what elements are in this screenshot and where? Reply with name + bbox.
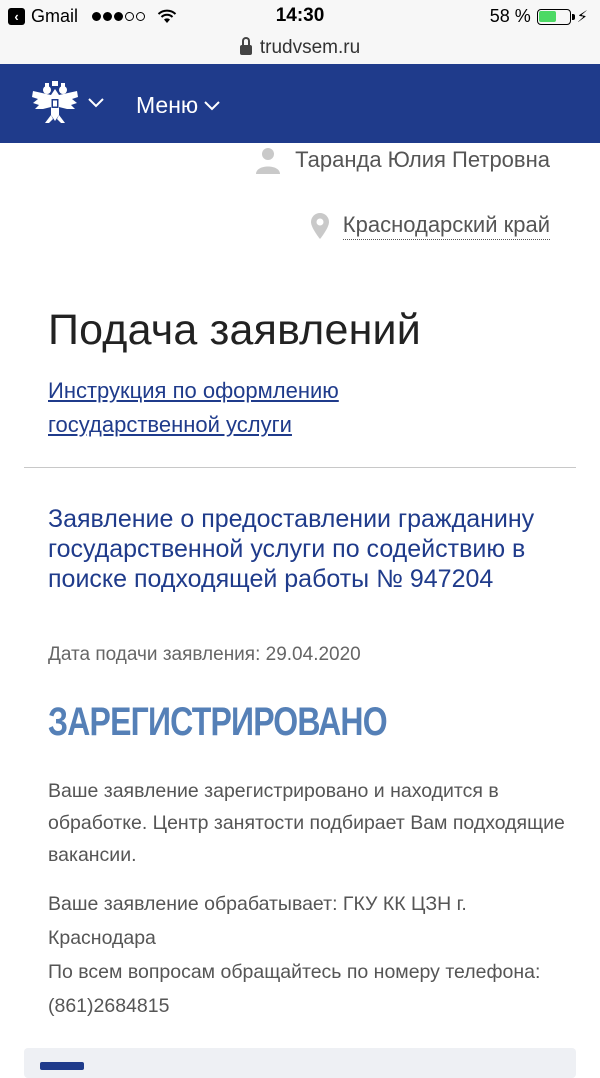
map-pin-icon	[310, 213, 329, 239]
status-description: Ваше заявление зарегистрировано и находи…	[48, 780, 565, 866]
coat-of-arms-icon[interactable]	[30, 81, 80, 127]
page-title: Подача заявлений	[48, 306, 421, 354]
charging-icon: ⚡	[576, 8, 588, 26]
handler-organization: Ваше заявление обрабатывает: ГКУ КК ЦЗН …	[48, 893, 467, 949]
address-bar[interactable]: trudvsem.ru	[0, 32, 600, 64]
application-date: Дата подачи заявления: 29.04.2020	[48, 644, 361, 665]
handler-info: Ваше заявление обрабатывает: ГКУ КК ЦЗН …	[48, 887, 568, 1023]
card-icon	[40, 1062, 84, 1070]
divider	[24, 467, 576, 468]
user-name: Таранда Юлия Петровна	[295, 147, 550, 172]
user-profile-link[interactable]: Таранда Юлия Петровна	[255, 146, 550, 174]
application-status: ЗАРЕГИСТРИРОВАНО	[48, 700, 388, 744]
region-selector[interactable]: Краснодарский край	[310, 212, 550, 240]
battery-icon	[536, 8, 575, 25]
chevron-down-icon[interactable]	[88, 98, 104, 108]
user-icon	[256, 148, 281, 174]
region-name: Краснодарский край	[342, 212, 550, 240]
lock-icon	[239, 37, 252, 56]
chevron-down-icon	[204, 100, 220, 110]
instruction-link[interactable]: Инструкция по оформлению государственной…	[48, 374, 468, 442]
status-bar: ‹ Gmail 14:30 58 % ⚡	[0, 0, 600, 32]
menu-button[interactable]: Меню	[136, 92, 220, 119]
battery-percent: 58 %	[489, 6, 531, 26]
next-section-card[interactable]	[24, 1048, 576, 1078]
url-domain: trudvsem.ru	[259, 37, 361, 58]
menu-label: Меню	[136, 92, 199, 118]
application-title[interactable]: Заявление о предоставлении гражданину го…	[48, 504, 568, 594]
contact-phone: По всем вопросам обращайтесь по номеру т…	[48, 961, 541, 1017]
site-header: Меню	[0, 64, 600, 143]
